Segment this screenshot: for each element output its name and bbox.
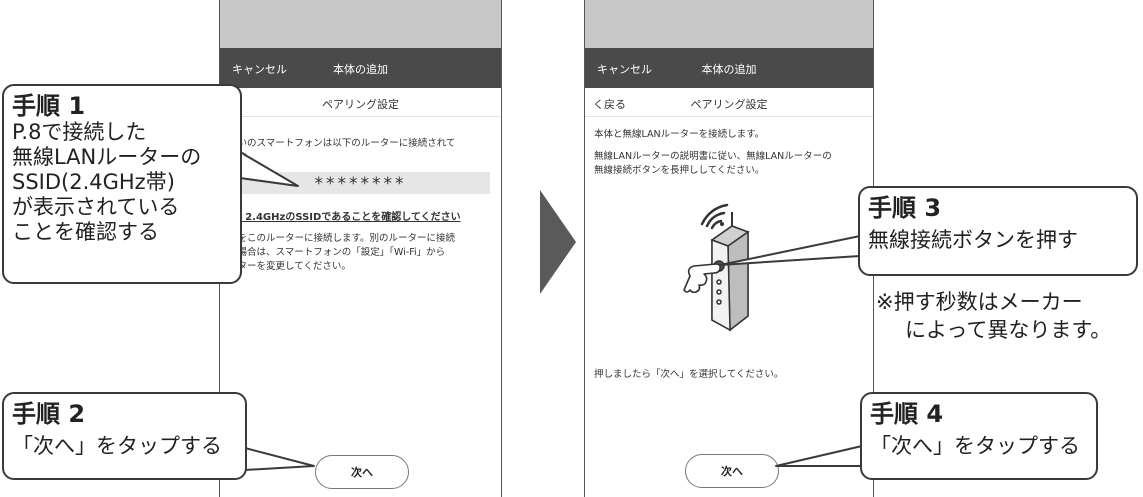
callout-step-2: 手順 2 「次へ」をタップする bbox=[2, 392, 247, 480]
callout-line: 無線LANルーターの bbox=[12, 145, 202, 169]
step-title: 手順 1 bbox=[12, 92, 86, 120]
callout-step-4: 手順 4 「次へ」をタップする bbox=[860, 392, 1098, 480]
step3-note-line: によって異なります。 bbox=[905, 318, 1112, 342]
callout-line: P.8で接続した bbox=[12, 120, 147, 144]
callout-step-1: 手順 1 P.8で接続した 無線LANルーターの SSID(2.4GHz帯) が… bbox=[2, 84, 242, 284]
callout-line: 「次へ」をタップする bbox=[870, 434, 1080, 458]
callout-line: SSID(2.4GHz帯) bbox=[12, 170, 175, 194]
callout-line: 無線接続ボタンを押す bbox=[868, 228, 1078, 252]
step-title: 手順 2 bbox=[12, 400, 86, 428]
step-title: 手順 3 bbox=[868, 194, 942, 222]
step3-note-line: ※押す秒数はメーカー bbox=[876, 290, 1083, 314]
callout-line: 「次へ」をタップする bbox=[12, 434, 222, 458]
step-title: 手順 4 bbox=[870, 400, 944, 428]
callout-line: ことを確認する bbox=[12, 220, 159, 244]
callout-step-3: 手順 3 無線接続ボタンを押す bbox=[858, 186, 1138, 276]
callout-line: が表示されている bbox=[12, 195, 180, 219]
